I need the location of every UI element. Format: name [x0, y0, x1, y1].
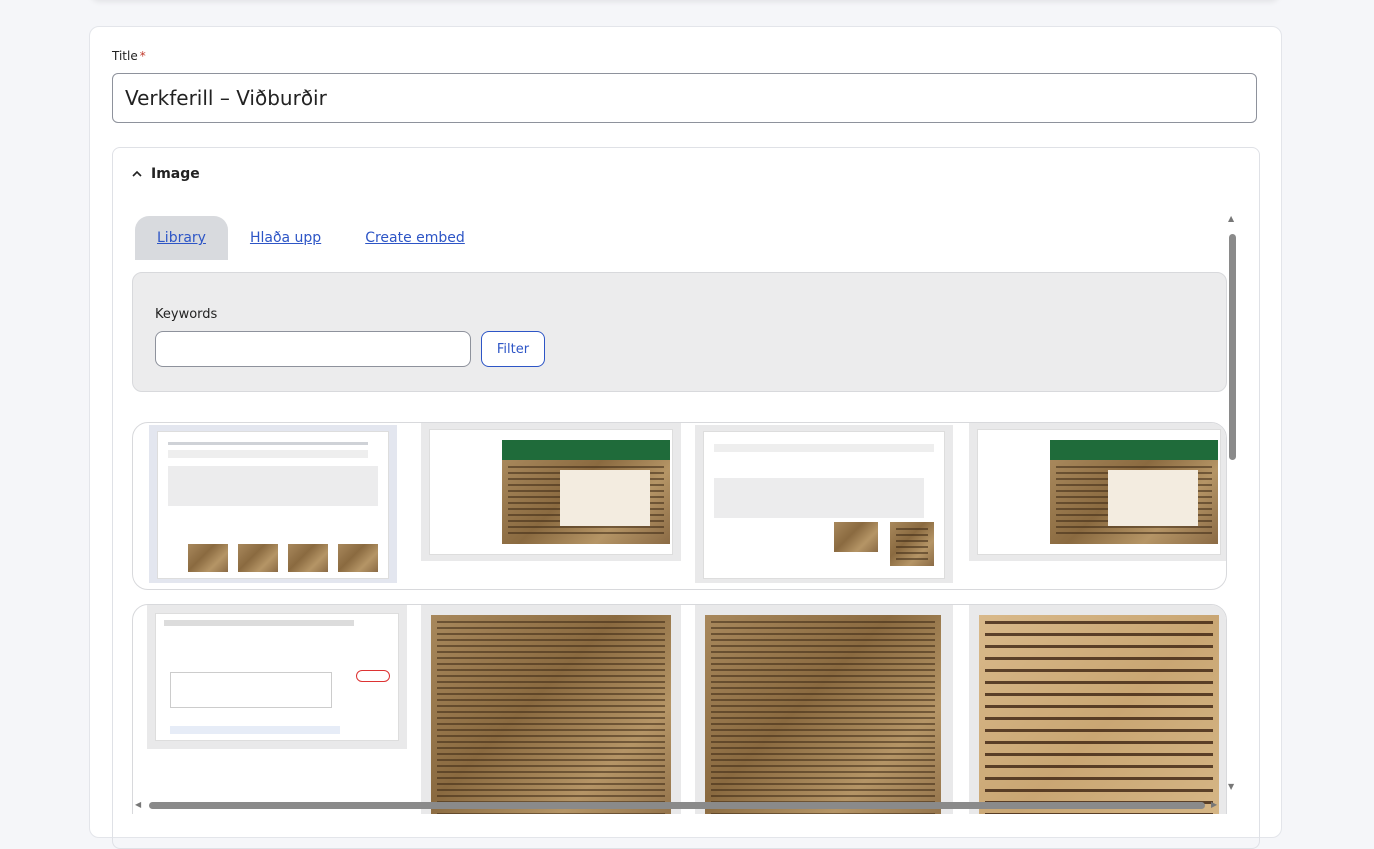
- chevron-up-icon: [132, 170, 142, 177]
- media-row: [132, 604, 1227, 814]
- horizontal-scrollbar[interactable]: ◀ ▶: [131, 796, 1223, 814]
- scroll-down-arrow-icon[interactable]: ▼: [1228, 782, 1234, 791]
- scroll-up-arrow-icon[interactable]: ▲: [1228, 214, 1234, 223]
- tab-create-embed[interactable]: Create embed: [343, 216, 487, 260]
- tab-library[interactable]: Library: [135, 216, 228, 260]
- media-item[interactable]: [695, 605, 953, 814]
- tab-upload[interactable]: Hlaða upp: [228, 216, 343, 260]
- media-item[interactable]: [695, 425, 953, 583]
- image-summary-label: Image: [151, 166, 200, 182]
- media-row: [132, 422, 1227, 590]
- title-label-text: Title: [112, 49, 138, 63]
- image-details: Image Library Hlaða upp Create embed Key…: [112, 147, 1260, 849]
- horizontal-scroll-thumb[interactable]: [149, 802, 1205, 809]
- media-item[interactable]: [421, 423, 681, 561]
- title-label: Title *: [112, 49, 146, 63]
- media-item[interactable]: [969, 605, 1226, 814]
- title-input-value: Verkferill – Viðburðir: [125, 86, 327, 110]
- filter-panel: Keywords Filter: [132, 272, 1227, 392]
- media-item[interactable]: [421, 605, 681, 814]
- vertical-scroll-thumb[interactable]: [1229, 234, 1236, 460]
- media-item[interactable]: [147, 605, 407, 749]
- media-item[interactable]: [149, 425, 397, 583]
- scroll-right-arrow-icon[interactable]: ▶: [1211, 800, 1217, 809]
- media-item[interactable]: [969, 423, 1226, 561]
- keywords-input[interactable]: [155, 331, 471, 367]
- form-card: Title * Verkferill – Viðburðir Image Libr…: [89, 26, 1282, 849]
- vertical-scrollbar[interactable]: ▲ ▼: [1223, 214, 1241, 814]
- image-summary-toggle[interactable]: Image: [131, 166, 200, 182]
- keywords-label: Keywords: [155, 307, 218, 322]
- media-tabs: Library Hlaða upp Create embed: [135, 216, 487, 260]
- required-marker: *: [139, 49, 146, 63]
- media-library-frame: Library Hlaða upp Create embed Keywords …: [131, 214, 1241, 814]
- title-input[interactable]: Verkferill – Viðburðir: [112, 73, 1257, 123]
- filter-button[interactable]: Filter: [481, 331, 545, 367]
- scroll-left-arrow-icon[interactable]: ◀: [135, 800, 141, 809]
